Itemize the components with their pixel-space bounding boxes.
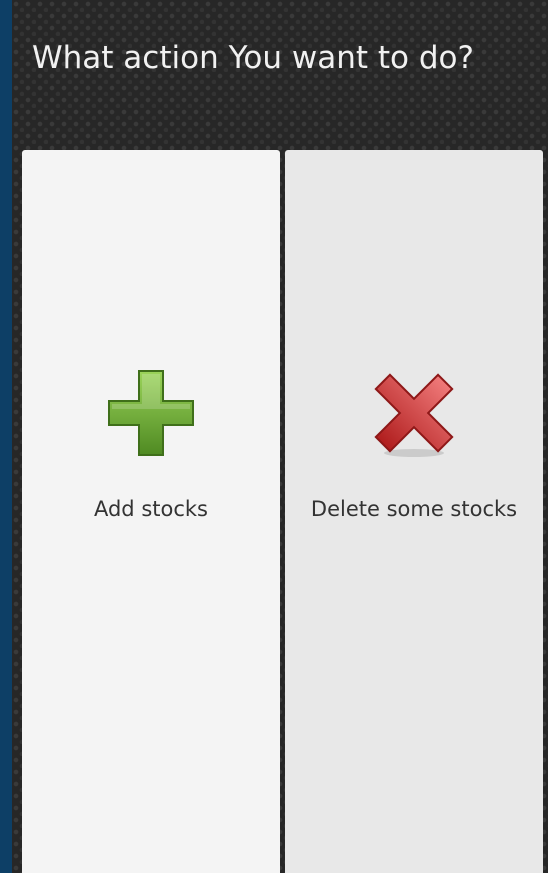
delete-stocks-label: Delete some stocks (310, 497, 518, 521)
add-stocks-button[interactable]: Add stocks (22, 150, 280, 873)
plus-icon (108, 370, 194, 456)
action-tiles: Add stocks Delete some stocks (22, 150, 543, 873)
cross-icon (374, 373, 454, 457)
delete-stocks-button[interactable]: Delete some stocks (285, 150, 543, 873)
dialog-title: What action You want to do? (32, 40, 474, 76)
action-dialog: What action You want to do? Add stocks D… (12, 0, 548, 873)
add-stocks-label: Add stocks (93, 497, 208, 521)
